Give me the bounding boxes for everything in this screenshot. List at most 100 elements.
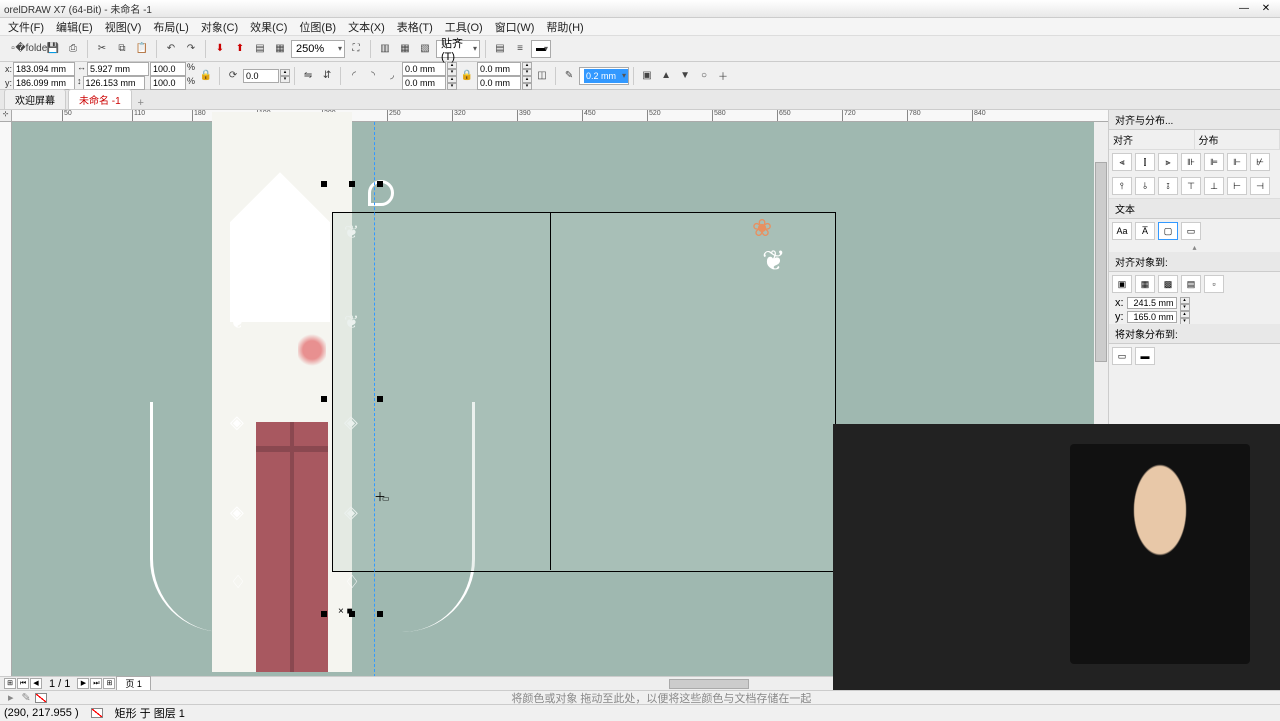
save-icon[interactable]: 💾	[44, 40, 62, 58]
snap-combo[interactable]: 贴齐(T)	[436, 40, 480, 58]
selection-box[interactable]: × ■	[324, 184, 380, 614]
app-combo[interactable]: ▬	[531, 40, 551, 58]
alignto-y-input[interactable]	[1127, 311, 1177, 323]
page-add2-icon[interactable]: ⊞	[103, 678, 115, 689]
pos-x-input[interactable]	[13, 62, 75, 76]
tab-add-button[interactable]: +	[134, 97, 148, 109]
rotation-input[interactable]	[243, 69, 279, 83]
dist-space-h-icon[interactable]: ⊩	[1227, 153, 1247, 171]
corner-tr-input[interactable]	[477, 62, 521, 76]
alignto-page-edge-icon[interactable]: ▦	[1135, 275, 1155, 293]
guides-icon[interactable]: ▧	[416, 40, 434, 58]
corner-tl-input[interactable]	[402, 62, 446, 76]
menu-tools[interactable]: 工具(O)	[439, 18, 489, 36]
fullscreen-icon[interactable]: ⛶	[347, 40, 365, 58]
menu-view[interactable]: 视图(V)	[99, 18, 148, 36]
align-top-icon[interactable]: ⫯	[1112, 177, 1132, 195]
rotation-spinner[interactable]: ▴▾	[280, 69, 290, 83]
text-top-icon[interactable]: A̅	[1135, 222, 1155, 240]
corner-br-input[interactable]	[477, 76, 521, 90]
to-front-icon[interactable]: ▲	[657, 67, 675, 85]
dist-right-icon[interactable]: ⊬	[1250, 153, 1270, 171]
pdf-icon[interactable]: ▦	[271, 40, 289, 58]
outline-width-combo[interactable]	[579, 67, 629, 85]
align-center-v-icon[interactable]: ⫰	[1135, 177, 1155, 195]
rulers-icon[interactable]: ▥	[376, 40, 394, 58]
height-input[interactable]	[83, 76, 145, 90]
add-icon[interactable]: ＋	[714, 67, 732, 85]
dist-center-v-icon[interactable]: ⊥	[1204, 177, 1224, 195]
alignto-page-center-icon[interactable]: ▩	[1158, 275, 1178, 293]
menu-effects[interactable]: 效果(C)	[244, 18, 293, 36]
menu-text[interactable]: 文本(X)	[342, 18, 391, 36]
dist-left-icon[interactable]: ⊪	[1181, 153, 1201, 171]
lock-ratio-icon[interactable]: 🔒	[197, 67, 215, 85]
print-icon[interactable]: ⎙	[64, 40, 82, 58]
align-tab[interactable]: 对齐	[1109, 130, 1195, 149]
dist-top-icon[interactable]: ⊤	[1181, 177, 1201, 195]
redo-icon[interactable]: ↷	[182, 40, 200, 58]
corner-bl-input[interactable]	[402, 76, 446, 90]
page-add-icon[interactable]: ⊞	[4, 678, 16, 689]
paste-icon[interactable]: 📋	[133, 40, 151, 58]
menu-window[interactable]: 窗口(W)	[489, 18, 541, 36]
options-icon[interactable]: ▤	[491, 40, 509, 58]
align-left-icon[interactable]: ⫷	[1112, 153, 1132, 171]
page-prev-icon[interactable]: ◀	[30, 678, 42, 689]
align-right-icon[interactable]: ⫸	[1158, 153, 1178, 171]
dist-bottom-icon[interactable]: ⊣	[1250, 177, 1270, 195]
text-baseline-icon[interactable]: Aa	[1112, 222, 1132, 240]
status-fill-swatch[interactable]	[91, 708, 103, 718]
distribute-tab[interactable]: 分布	[1195, 130, 1280, 149]
publish-icon[interactable]: ▤	[251, 40, 269, 58]
dist-center-h-icon[interactable]: ⊫	[1204, 153, 1224, 171]
scale-y-input[interactable]	[150, 76, 186, 90]
wrap-text-icon[interactable]: ▣	[638, 67, 656, 85]
alignto-grid-icon[interactable]: ▤	[1181, 275, 1201, 293]
export-icon[interactable]: ⬆	[231, 40, 249, 58]
tab-document[interactable]: 未命名 -1	[68, 89, 132, 109]
open-icon[interactable]: �folder	[24, 40, 42, 58]
alignto-x-input[interactable]	[1127, 297, 1177, 309]
tab-welcome[interactable]: 欢迎屏幕	[4, 89, 66, 109]
scale-x-input[interactable]	[150, 62, 186, 76]
collapse-icon[interactable]: ▴	[1109, 243, 1280, 252]
ruler-origin[interactable]: ⊹	[0, 110, 12, 122]
copy-icon[interactable]: ⧉	[113, 40, 131, 58]
menu-file[interactable]: 文件(F)	[2, 18, 50, 36]
page-last-icon[interactable]: ⏭	[90, 678, 102, 689]
corner-scallop-icon[interactable]: ◝	[364, 67, 382, 85]
to-back-icon[interactable]: ▼	[676, 67, 694, 85]
relative-corner-icon[interactable]: ◫	[533, 67, 551, 85]
menu-object[interactable]: 对象(C)	[195, 18, 244, 36]
ruler-vertical[interactable]	[0, 122, 12, 676]
page-first-icon[interactable]: ⏮	[17, 678, 29, 689]
nocolor-swatch[interactable]	[35, 693, 47, 703]
mirror-v-icon[interactable]: ⇵	[318, 67, 336, 85]
distto-selection-icon[interactable]: ▭	[1112, 347, 1132, 365]
width-input[interactable]	[87, 62, 149, 76]
menu-bitmap[interactable]: 位图(B)	[293, 18, 342, 36]
close-button[interactable]: ✕	[1256, 3, 1276, 15]
menu-edit[interactable]: 编辑(E)	[50, 18, 99, 36]
mirror-h-icon[interactable]: ⇋	[299, 67, 317, 85]
ruler-horizontal[interactable]: 50 110 180 190 200 250 320 390 450 520 5…	[12, 110, 1108, 122]
grid-icon[interactable]: ▦	[396, 40, 414, 58]
import-icon[interactable]: ⬇	[211, 40, 229, 58]
align-bottom-icon[interactable]: ⫱	[1158, 177, 1178, 195]
corner-lock-icon[interactable]: 🔒	[458, 67, 476, 85]
pos-y-input[interactable]	[13, 76, 75, 90]
text-box-icon[interactable]: ▢	[1158, 222, 1178, 240]
convert-curves-icon[interactable]: ○	[695, 67, 713, 85]
dist-space-v-icon[interactable]: ⊢	[1227, 177, 1247, 195]
distto-page-icon[interactable]: ▬	[1135, 347, 1155, 365]
launch-icon[interactable]: ≡	[511, 40, 529, 58]
menu-layout[interactable]: 布局(L)	[147, 18, 194, 36]
menu-help[interactable]: 帮助(H)	[540, 18, 589, 36]
align-center-h-icon[interactable]: ⫿	[1135, 153, 1155, 171]
corner-round-icon[interactable]: ◜	[345, 67, 363, 85]
page-next-icon[interactable]: ▶	[77, 678, 89, 689]
corner-chamfer-icon[interactable]: ◞	[383, 67, 401, 85]
minimize-button[interactable]: —	[1234, 3, 1254, 15]
menu-table[interactable]: 表格(T)	[391, 18, 439, 36]
